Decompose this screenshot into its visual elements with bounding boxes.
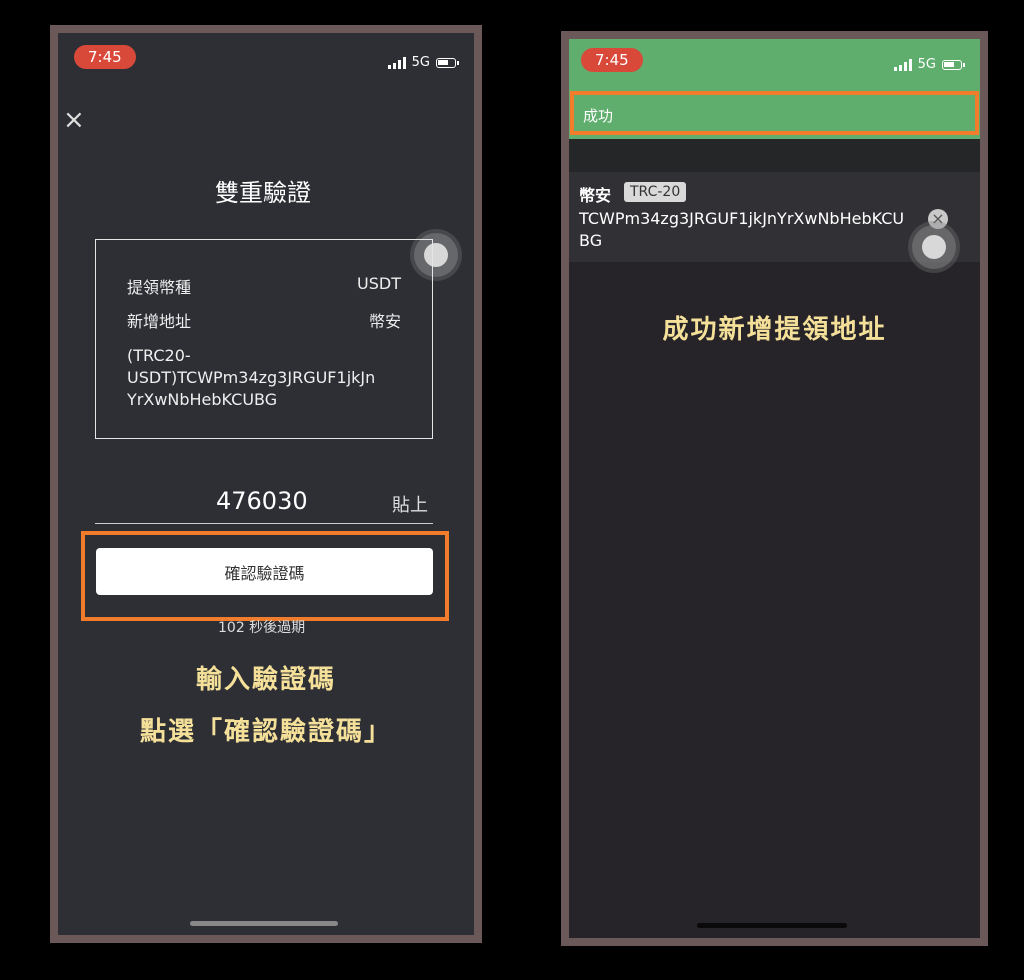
- success-toast: 成功: [583, 107, 614, 125]
- address-text: TCWPm34zg3JRGUF1jkJnYrXwNbHebKCUBG: [579, 209, 905, 250]
- network-type: 5G: [917, 57, 936, 72]
- currency-value: USDT: [357, 274, 401, 293]
- battery-icon: [436, 57, 459, 68]
- caption-tap-confirm: 點選「確認驗證碼」: [139, 717, 392, 747]
- status-time: 7:45: [74, 45, 136, 69]
- status-indicators: 5G: [387, 55, 459, 70]
- signal-icon: [893, 58, 912, 71]
- address-line-1: (TRC20-: [127, 346, 191, 365]
- phone-screen-success: 7:45 5G 成功 幣安 TRC-20 TCWPm34zg3JRGUF1jkJ…: [561, 31, 988, 946]
- phone-screen-verification: 7:45 5G × 雙重驗證 提領幣種 USDT 新增地址 幣安 (TRC20-…: [50, 25, 482, 943]
- network-type: 5G: [411, 55, 430, 70]
- header-band: [569, 139, 980, 172]
- add-address-value: 幣安: [368, 312, 401, 331]
- currency-label: 提領幣種: [127, 278, 192, 297]
- page-title: 雙重驗證: [215, 179, 311, 207]
- confirm-code-button[interactable]: 確認驗證碼: [96, 548, 433, 595]
- caption-success: 成功新增提領地址: [662, 315, 887, 345]
- home-indicator[interactable]: [190, 921, 338, 926]
- add-address-label: 新增地址: [127, 312, 192, 331]
- paste-button[interactable]: 貼上: [392, 491, 428, 517]
- home-indicator[interactable]: [697, 923, 847, 928]
- network-tag: TRC-20: [624, 182, 687, 202]
- address-line-3: YrXwNbHebKCUBG: [127, 390, 278, 409]
- caption-enter-code: 輸入驗證碼: [195, 665, 336, 695]
- status-time: 7:45: [581, 48, 643, 72]
- close-icon[interactable]: ×: [63, 107, 85, 133]
- signal-icon: [387, 56, 406, 69]
- verification-code-input[interactable]: 476030: [216, 487, 308, 515]
- highlight-box: [570, 91, 979, 135]
- expiry-countdown: 102 秒後過期: [218, 620, 306, 636]
- battery-icon: [942, 59, 965, 70]
- exchange-name: 幣安: [579, 186, 612, 205]
- status-indicators: 5G: [893, 57, 965, 72]
- input-underline: [95, 523, 433, 524]
- assistive-touch-button[interactable]: [912, 225, 956, 269]
- address-line-2: USDT)TCWPm34zg3JRGUF1jkJn: [127, 368, 376, 387]
- withdrawal-details-box: 提領幣種 USDT 新增地址 幣安 (TRC20- USDT)TCWPm34zg…: [95, 239, 433, 439]
